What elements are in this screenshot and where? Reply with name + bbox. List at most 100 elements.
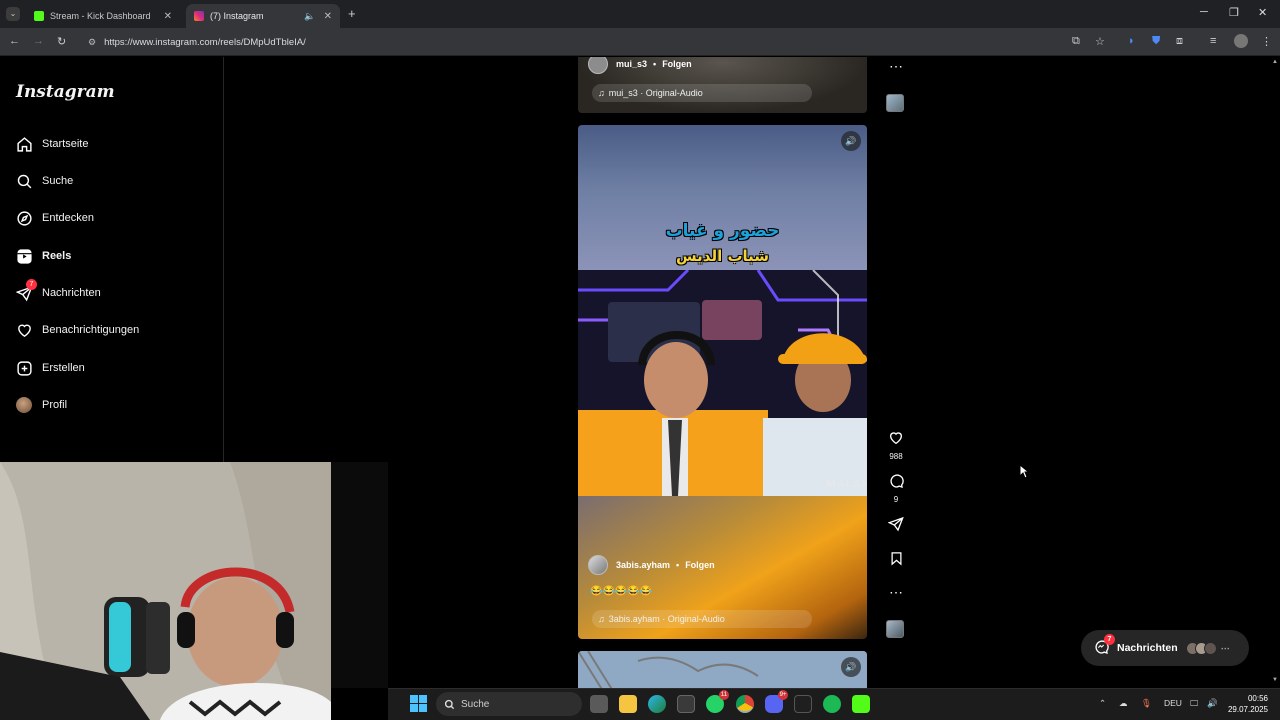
install-app-icon[interactable]: ⧉ (1072, 35, 1080, 48)
close-tab-icon[interactable]: ✕ (164, 11, 172, 22)
follow-button[interactable]: Folgen (685, 560, 715, 570)
file-explorer-icon[interactable] (619, 695, 637, 713)
save-button[interactable] (886, 551, 906, 571)
nav-item-reels[interactable]: Reels (14, 243, 71, 269)
reel-overlay-subtitle: شباب الديس (675, 247, 770, 265)
nav-item-nachrichten[interactable]: 7 Nachrichten (14, 279, 101, 306)
nav-item-erstellen[interactable]: Erstellen (14, 355, 85, 381)
reel-video-scene (578, 270, 867, 496)
microphone-icon[interactable]: 🎙 (1141, 698, 1152, 709)
nav-label: Nachrichten (42, 287, 101, 299)
reel-username[interactable]: 3abis.ayham (616, 560, 670, 570)
follow-button[interactable]: Folgen (662, 59, 692, 69)
audio-cover-thumbnail[interactable] (886, 94, 904, 112)
reel-caption[interactable]: 😂😂😂😂😂 (590, 586, 652, 597)
webcam-scene (0, 462, 331, 720)
more-options-icon[interactable]: ⋯ (889, 584, 903, 601)
task-view-icon[interactable] (590, 695, 608, 713)
bookmark-star-icon[interactable]: ☆ (1095, 35, 1105, 48)
new-tab-button[interactable]: + (348, 6, 356, 21)
discord-icon[interactable]: 9+ (765, 690, 788, 713)
nav-item-benachrichtigungen[interactable]: Benachrichtigungen (14, 317, 139, 343)
plus-icon (14, 358, 34, 378)
audio-cover-thumbnail[interactable] (886, 620, 904, 638)
home-icon (14, 134, 34, 154)
reel-user-line: mui_s3 • Folgen (588, 57, 692, 74)
user-avatar[interactable] (588, 555, 608, 575)
cloud-offline-icon[interactable]: ☁ (1119, 698, 1128, 709)
reel-username[interactable]: mui_s3 (616, 59, 647, 69)
terminal-app-icon[interactable] (794, 695, 812, 713)
tab-instagram[interactable]: (7) Instagram 🔈 ✕ (186, 4, 340, 28)
url-text: https://www.instagram.com/reels/DMpUdTbl… (104, 36, 306, 48)
kick-app-icon[interactable] (852, 695, 870, 713)
profile-avatar[interactable] (1234, 34, 1248, 48)
whatsapp-badge: 11 (719, 690, 729, 700)
minimize-button[interactable]: ─ (1200, 6, 1208, 18)
taskbar-search[interactable]: Suche (436, 692, 582, 716)
more-options-icon[interactable]: ⋯ (889, 58, 903, 75)
volume-icon[interactable]: 🔊 (1207, 698, 1218, 709)
tray-overflow-icon[interactable]: ⌃ (1099, 698, 1106, 709)
keyboard-language[interactable]: DEU (1164, 698, 1182, 708)
browser-menu-icon[interactable]: ⋮ (1261, 35, 1272, 48)
scroll-down-icon[interactable]: ▼ (1272, 677, 1278, 683)
reels-icon (14, 246, 34, 266)
audio-pill[interactable]: ♫ 3abis.ayham · Original-Audio (592, 610, 812, 628)
browser-tab-strip: ⌄ Stream - Kick Dashboard ✕ (7) Instagra… (0, 0, 1280, 28)
start-button[interactable] (410, 695, 427, 712)
reload-icon[interactable]: ↻ (57, 35, 66, 48)
spotify-icon[interactable] (823, 695, 841, 713)
reel-user-line: 3abis.ayham • Folgen (588, 555, 715, 575)
scroll-up-icon[interactable]: ▲ (1272, 59, 1278, 65)
page-scrollbar[interactable]: ▲ ▼ (1270, 57, 1280, 688)
tab-audio-icon[interactable]: 🔈 (304, 11, 315, 22)
instagram-logo[interactable]: Instagram (16, 82, 115, 102)
instagram-favicon-icon (194, 11, 204, 21)
avatar (1203, 641, 1217, 655)
site-info-icon[interactable]: ⚙ (88, 37, 96, 48)
messages-label: Nachrichten (1117, 642, 1178, 654)
extension-icon[interactable]: ◗ (1128, 35, 1135, 47)
tab-search-button[interactable]: ⌄ (6, 7, 20, 21)
reel-overlay-title: حضور و غياب (665, 221, 780, 241)
shield-extension-icon[interactable]: ⛊ (1152, 35, 1160, 48)
like-button[interactable]: 988 (886, 430, 906, 461)
tab-kick-dashboard[interactable]: Stream - Kick Dashboard ✕ (26, 4, 180, 28)
user-avatar[interactable] (588, 57, 608, 74)
network-icon[interactable]: 🖵 (1190, 698, 1198, 709)
mute-toggle-icon[interactable]: 🔊 (841, 131, 861, 151)
comment-icon (890, 474, 904, 488)
reel-current[interactable]: 🔊 حضور و غياب شباب الديس MALAK 3abis.ayh… (578, 125, 867, 639)
tab-title: Stream - Kick Dashboard (50, 11, 151, 21)
messages-floating-button[interactable]: 7 Nachrichten ⋯ (1081, 630, 1249, 666)
media-control-icon[interactable]: ≡ (1210, 35, 1216, 47)
reel-video-frame (578, 651, 867, 691)
send-icon (887, 516, 904, 532)
close-window-button[interactable]: ✕ (1258, 6, 1267, 19)
whatsapp-icon[interactable]: 11 (706, 690, 729, 713)
forward-icon[interactable]: → (33, 35, 44, 47)
back-icon[interactable]: ← (9, 35, 20, 47)
close-tab-icon[interactable]: ✕ (324, 11, 332, 22)
mute-toggle-icon[interactable]: 🔊 (841, 657, 861, 677)
comment-count: 9 (893, 495, 899, 504)
audio-pill[interactable]: ♫ mui_s3 · Original-Audio (592, 84, 812, 102)
nav-item-suche[interactable]: Suche (14, 168, 73, 194)
nav-item-entdecken[interactable]: Entdecken (14, 205, 94, 231)
taskbar-clock[interactable]: 00:56 29.07.2025 (1218, 693, 1268, 715)
nav-item-startseite[interactable]: Startseite (14, 131, 88, 157)
extensions-puzzle-icon[interactable]: ⧈ (1176, 35, 1183, 48)
store-icon[interactable] (677, 695, 695, 713)
reel-next[interactable]: 🔊 (578, 651, 867, 691)
share-button[interactable] (886, 516, 906, 537)
tab-title: (7) Instagram (210, 11, 264, 21)
restore-button[interactable]: ❐ (1229, 6, 1239, 19)
edge-browser-icon[interactable] (648, 695, 666, 713)
nav-item-profil[interactable]: Profil (14, 392, 67, 418)
reel-previous[interactable]: mui_s3 • Folgen ♫ mui_s3 · Original-Audi… (578, 57, 867, 113)
comment-button[interactable]: 9 (886, 473, 906, 504)
address-bar[interactable]: ⚙ https://www.instagram.com/reels/DMpUdT… (80, 32, 1120, 52)
chrome-icon[interactable] (736, 695, 754, 713)
discord-badge: 9+ (778, 690, 788, 700)
